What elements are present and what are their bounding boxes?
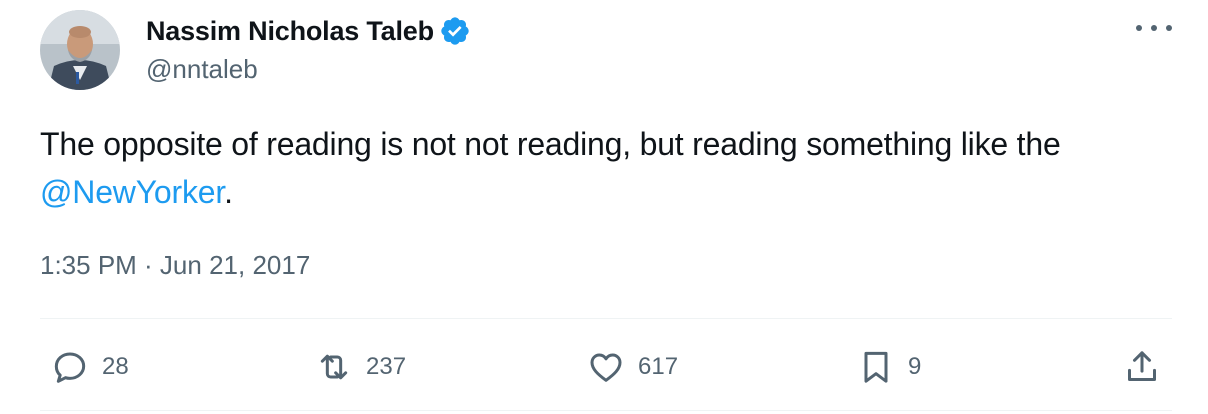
- reply-count: 28: [102, 353, 129, 380]
- share-button[interactable]: [1122, 346, 1162, 388]
- divider: [40, 318, 1172, 319]
- verified-badge-icon[interactable]: [439, 15, 471, 47]
- heart-icon: [586, 347, 626, 387]
- tweet-card: Nassim Nicholas Taleb @nntaleb The oppos…: [0, 0, 1208, 414]
- reply-button[interactable]: 28: [50, 346, 129, 388]
- reply-icon: [50, 347, 90, 387]
- more-dot: [1166, 25, 1172, 31]
- retweet-button[interactable]: 237: [314, 346, 406, 388]
- author-name-row: Nassim Nicholas Taleb: [146, 12, 471, 50]
- share-icon: [1122, 347, 1162, 387]
- divider-bottom: [40, 410, 1172, 411]
- author-handle[interactable]: @nntaleb: [146, 54, 258, 85]
- retweet-icon: [314, 347, 354, 387]
- retweet-count: 237: [366, 353, 407, 380]
- more-dot: [1151, 25, 1157, 31]
- tweet-text-before: The opposite of reading is not not readi…: [40, 126, 1061, 162]
- tweet-text-after: .: [224, 174, 233, 210]
- bookmark-button[interactable]: 9: [856, 346, 921, 388]
- author-name[interactable]: Nassim Nicholas Taleb: [146, 16, 434, 47]
- like-count: 617: [638, 353, 679, 380]
- more-horizontal-icon[interactable]: [1136, 18, 1172, 38]
- bookmark-count: 9: [908, 353, 922, 380]
- tweet-timestamp[interactable]: 1:35 PM · Jun 21, 2017: [40, 250, 310, 281]
- avatar-image: [40, 10, 120, 90]
- tweet-text: The opposite of reading is not not readi…: [40, 120, 1160, 216]
- bookmark-icon: [856, 347, 896, 387]
- like-button[interactable]: 617: [586, 346, 678, 388]
- more-dot: [1136, 25, 1142, 31]
- mention-link[interactable]: @NewYorker: [40, 174, 224, 210]
- avatar[interactable]: [40, 10, 120, 90]
